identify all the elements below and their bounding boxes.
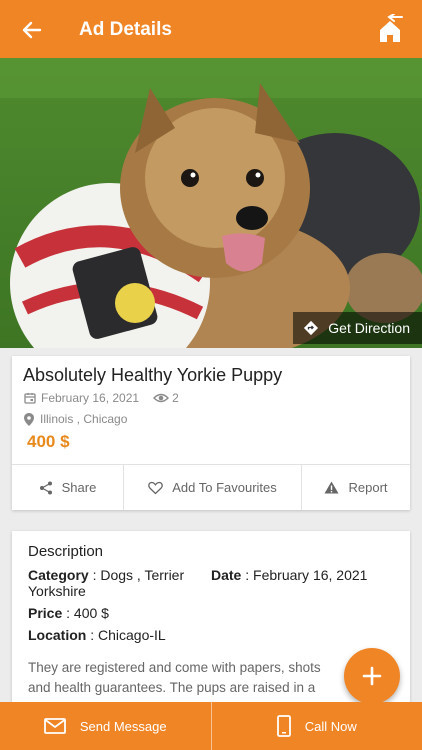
date-row: Date : February 16, 2021 bbox=[211, 567, 367, 583]
ad-price: 400 $ bbox=[27, 432, 70, 451]
ad-title: Absolutely Healthy Yorkie Puppy bbox=[23, 365, 283, 385]
get-direction-button[interactable]: Get Direction bbox=[293, 312, 422, 344]
report-label: Report bbox=[348, 480, 388, 495]
add-fab-button[interactable] bbox=[344, 648, 400, 704]
page-title: Ad Details bbox=[79, 19, 172, 40]
category-label: Category bbox=[28, 567, 89, 583]
location-label: Location bbox=[28, 627, 87, 643]
price-row: Price : 400 $ bbox=[28, 605, 109, 621]
back-arrow-icon[interactable] bbox=[20, 18, 44, 42]
heart-icon bbox=[148, 481, 164, 494]
date-value: : February 16, 2021 bbox=[245, 567, 368, 583]
plus-icon bbox=[362, 666, 382, 686]
share-button[interactable]: Share bbox=[12, 465, 124, 510]
add-to-favourites-button[interactable]: Add To Favourites bbox=[124, 465, 302, 510]
ad-meta: February 16, 2021 2 bbox=[24, 391, 179, 405]
date-label: Date bbox=[211, 567, 242, 583]
ad-date: February 16, 2021 bbox=[41, 391, 140, 405]
yorkie-puppy-photo bbox=[0, 58, 422, 348]
warning-icon bbox=[324, 481, 339, 494]
get-direction-label: Get Direction bbox=[328, 320, 410, 336]
location-row: Location : Chicago-IL bbox=[28, 627, 166, 643]
price-value: : 400 $ bbox=[66, 605, 109, 621]
location-text: Illinois , Chicago bbox=[40, 412, 128, 426]
send-message-button[interactable]: Send Message bbox=[0, 702, 212, 750]
report-button[interactable]: Report bbox=[302, 465, 410, 510]
ad-info-card: Absolutely Healthy Yorkie Puppy February… bbox=[12, 356, 410, 510]
ad-location: Illinois , Chicago bbox=[24, 412, 127, 426]
price-label: Price bbox=[28, 605, 63, 621]
send-message-label: Send Message bbox=[79, 718, 167, 734]
call-now-button[interactable]: Call Now bbox=[212, 702, 422, 750]
call-now-label: Call Now bbox=[304, 718, 357, 734]
ad-actions: Share Add To Favourites Report bbox=[12, 464, 410, 510]
view-count: 2 bbox=[172, 391, 179, 405]
share-icon bbox=[39, 481, 52, 494]
directions-icon bbox=[304, 320, 319, 336]
app-bar: Ad Details bbox=[0, 0, 422, 58]
phone-icon bbox=[276, 715, 291, 737]
calendar-icon bbox=[24, 393, 36, 404]
category-row: Category : Dogs , Terrier Yorkshire bbox=[28, 567, 198, 599]
description-heading: Description bbox=[28, 543, 104, 560]
eye-icon bbox=[153, 393, 170, 403]
location-value: : Chicago-IL bbox=[90, 627, 166, 643]
home-icon[interactable] bbox=[376, 14, 404, 44]
envelope-icon bbox=[43, 718, 66, 734]
bottom-action-bar: Send Message Call Now bbox=[0, 702, 422, 750]
location-pin-icon bbox=[24, 412, 34, 426]
share-label: Share bbox=[61, 480, 97, 495]
ad-photo[interactable]: Get Direction bbox=[0, 58, 422, 348]
favourites-label: Add To Favourites bbox=[172, 480, 277, 495]
